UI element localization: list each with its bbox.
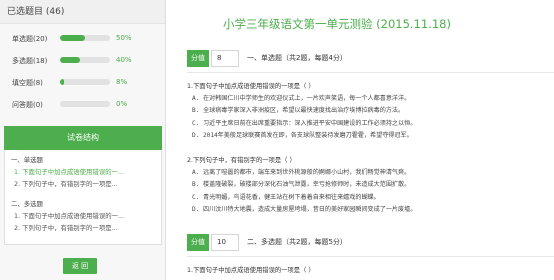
progress-track bbox=[60, 79, 110, 85]
stat-label: 单选题(20) bbox=[12, 35, 48, 43]
points-label: 分值 bbox=[187, 50, 209, 67]
question-option: B. 全球病毒学家深入非洲疫区，希望以最快速度找出治疗埃博拉病毒的方法。 bbox=[192, 107, 405, 115]
question-item[interactable]: 2.下列句子中，有错别字的一项是（ ） A. 远离了喧嚣的都市，端车来到世外桃源… bbox=[187, 155, 554, 213]
stat-qa: 问答题(0) 0% bbox=[0, 93, 165, 115]
question-item[interactable]: 1.下面句子中加点成语使用错误的一项是（ ） A. 在对韩国仁川中学师生的欢迎仪… bbox=[187, 81, 554, 139]
progress-track bbox=[60, 57, 110, 63]
section-divider bbox=[187, 72, 554, 73]
structure-question-link[interactable]: 2. 下列句子中，有错别字的一项是... bbox=[11, 223, 161, 232]
progress-fill bbox=[60, 57, 80, 63]
back-button[interactable]: 返 回 bbox=[63, 258, 97, 274]
question-option: D. 2014年美般足球联赛首发在即，各支球队整装待发磨刀霍霍，希望夺得冠军。 bbox=[192, 131, 413, 139]
question-option: B. 楼盖隆破裂，破楼部分深化石油气泄露，幸亏抢修师时，未造成大范围扩散。 bbox=[192, 181, 411, 189]
exam-structure-list: 一、单选题 1. 下面句子中加点成语使用错误的一... 2. 下列句子中，有错别… bbox=[4, 150, 162, 245]
question-option: A. 在对韩国仁川中学师生的欢迎仪式上，一片欢声笑语，每一个人都喜意洋洋。 bbox=[192, 95, 411, 103]
progress-track bbox=[60, 101, 110, 107]
stat-percent: 0% bbox=[116, 100, 128, 108]
stat-label: 填空题(8) bbox=[12, 79, 43, 87]
selected-questions-sidebar: 已选题目 (46) 单选题(20) 50% 多选题(18) 40% 填空题(8) bbox=[0, 0, 166, 280]
progress-fill bbox=[60, 79, 64, 85]
question-type-stats: 单选题(20) 50% 多选题(18) 40% 填空题(8) 8% 问答题(0)… bbox=[0, 24, 165, 115]
points-label: 分值 bbox=[187, 234, 209, 251]
question-stem: 2.下列句子中，有错别字的一项是（ ） bbox=[187, 157, 296, 164]
structure-question-link[interactable]: 1. 下面句子中加点成语使用错误的一... bbox=[11, 167, 161, 176]
stat-percent: 8% bbox=[116, 78, 128, 86]
section-divider bbox=[187, 256, 554, 257]
question-option: A. 远离了喧嚣的都市，端车来到世外桃源般的婀娜小山村，我们畅觉神清气爽。 bbox=[192, 169, 411, 177]
stat-percent: 40% bbox=[116, 56, 132, 64]
exam-builder-page: 已选题目 (46) 单选题(20) 50% 多选题(18) 40% 填空题(8) bbox=[0, 0, 554, 280]
progress-fill bbox=[60, 35, 85, 41]
stat-fill-blank: 填空题(8) 8% bbox=[0, 71, 165, 93]
structure-question-link[interactable]: 2. 下列句子中，有错别字的一项是... bbox=[11, 179, 161, 188]
question-item[interactable]: 1.下面句子中加点成语使用错误的一项是（ ） bbox=[187, 265, 554, 274]
question-stem: 1.下面句子中加点成语使用错误的一项是（ ） bbox=[187, 83, 315, 90]
page-title: 小学三年级语文第一单元测验 (2015.11.18) bbox=[223, 17, 451, 31]
stat-label: 多选题(18) bbox=[12, 57, 48, 65]
stat-percent: 50% bbox=[116, 34, 132, 42]
section-header-single: 分值 8 一、单选题（共2题，每题4分） bbox=[187, 50, 347, 67]
progress-track bbox=[60, 35, 110, 41]
selected-count-header: 已选题目 (46) bbox=[0, 0, 165, 24]
exam-preview: 小学三年级语文第一单元测验 (2015.11.18) 分值 8 一、单选题（共2题，… bbox=[180, 0, 554, 280]
stat-multiple-choice: 多选题(18) 40% bbox=[0, 49, 165, 71]
structure-section-multiple: 二、多选题 bbox=[11, 200, 43, 208]
stat-single-choice: 单选题(20) 50% bbox=[0, 27, 165, 49]
structure-question-link[interactable]: 1. 下面句子中加点成语使用错误的一... bbox=[11, 211, 161, 220]
question-option: C. 习近平主席日前在出席重要指示：深入推进平安中国建设的工作必须持之以恒。 bbox=[192, 119, 417, 127]
question-stem: 1.下面句子中加点成语使用错误的一项是（ ） bbox=[187, 267, 315, 274]
section-description: 二、多选题（共2题，每题5分） bbox=[247, 238, 347, 246]
section-description: 一、单选题（共2题，每题4分） bbox=[247, 54, 347, 62]
stat-label: 问答题(0) bbox=[12, 101, 43, 109]
structure-title: 试卷结构 bbox=[4, 126, 162, 150]
section-header-multiple: 分值 10 二、多选题（共2题，每题5分） bbox=[187, 234, 347, 251]
question-option: C. 青光明媚，鸟语花香，健王站在树下着着自来相往来嬉戏的蝴蝶。 bbox=[192, 193, 380, 201]
question-option: D. 四川汶川特大地震，造成大量房屋垮塌，昔日的美好家园瞬间变成了一片废墟。 bbox=[192, 205, 417, 213]
points-input[interactable]: 10 bbox=[211, 234, 239, 251]
structure-section-single: 一、单选题 bbox=[11, 156, 43, 164]
points-input[interactable]: 8 bbox=[211, 50, 239, 67]
